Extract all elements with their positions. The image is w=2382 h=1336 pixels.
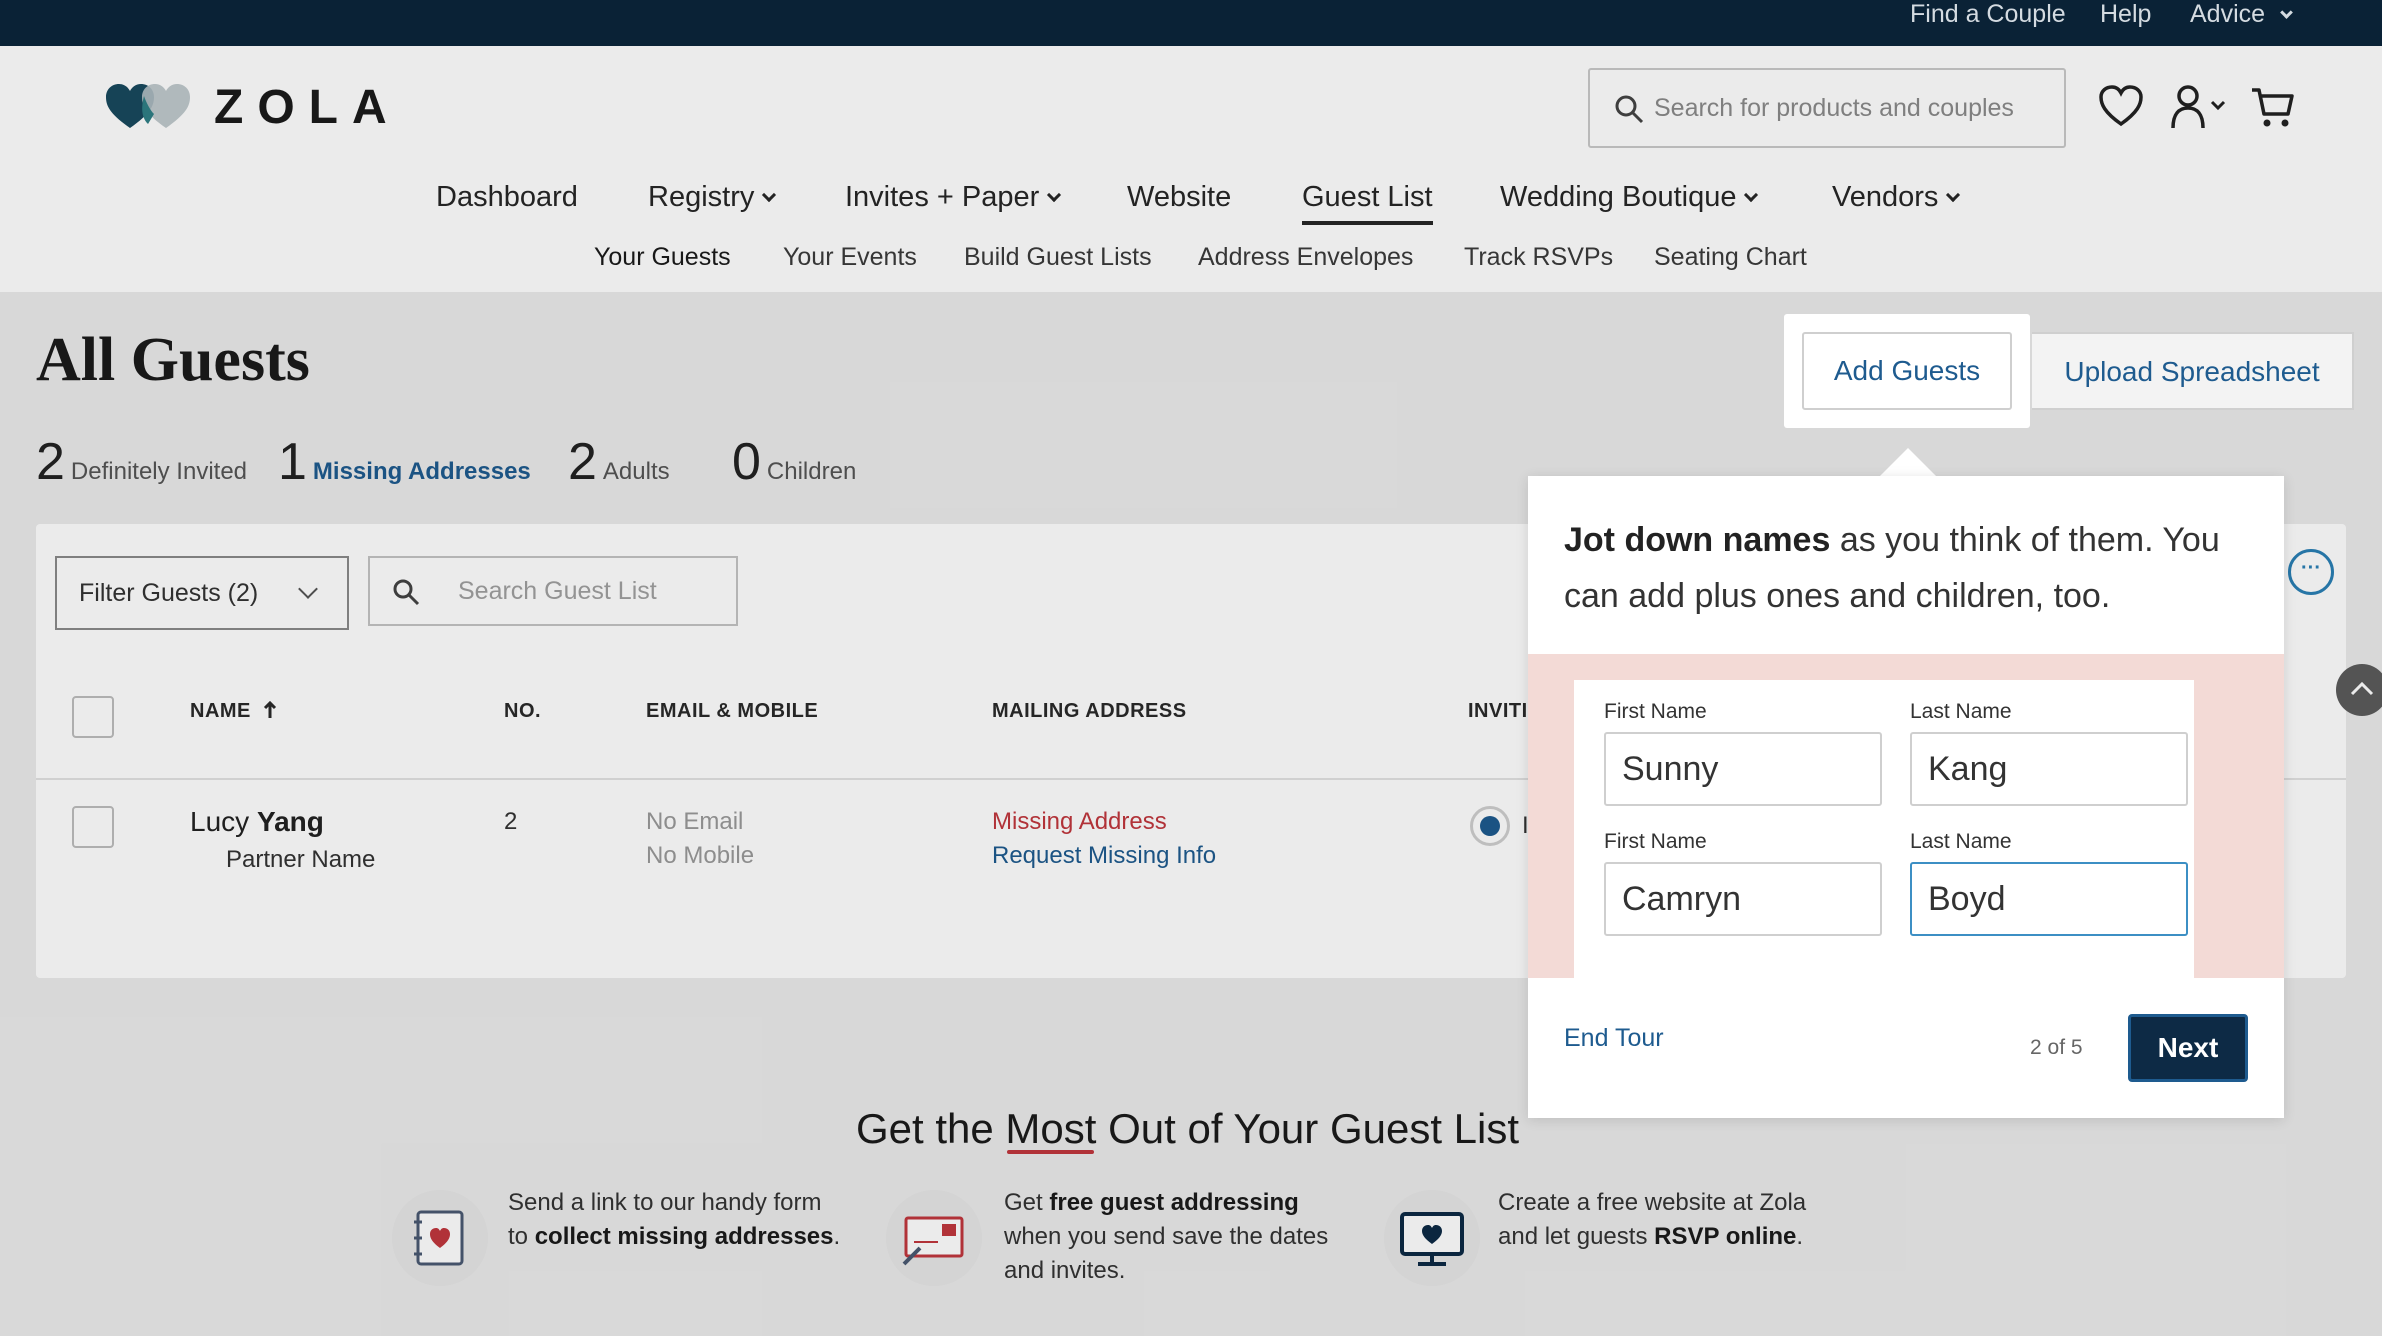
tour-message: Jot down names as you think of them. You…: [1564, 512, 2254, 624]
tour-popover: Jot down names as you think of them. You…: [1528, 476, 2284, 1118]
first-name-label: First Name: [1604, 830, 1707, 853]
first-name-field: Sunny: [1604, 732, 1882, 806]
end-tour-link[interactable]: End Tour: [1564, 1024, 1664, 1053]
popover-arrow: [1880, 448, 1936, 476]
tour-example-form: First Name Last Name Sunny Kang First Na…: [1574, 680, 2194, 978]
last-name-label: Last Name: [1910, 830, 2012, 853]
advice-menu[interactable]: Advice: [2190, 0, 2293, 46]
find-couple-link[interactable]: Find a Couple: [1910, 0, 2066, 46]
tour-step-indicator: 2 of 5: [2030, 1036, 2083, 1059]
first-name-label: First Name: [1604, 700, 1707, 723]
help-link[interactable]: Help: [2100, 0, 2151, 46]
last-name-field: Kang: [1910, 732, 2188, 806]
chevron-down-icon: [2280, 6, 2293, 19]
next-button[interactable]: Next: [2128, 1014, 2248, 1082]
first-name-field: Camryn: [1604, 862, 1882, 936]
upload-spreadsheet-button[interactable]: Upload Spreadsheet: [2032, 332, 2354, 410]
last-name-label: Last Name: [1910, 700, 2012, 723]
add-guests-button[interactable]: Add Guests: [1802, 332, 2012, 410]
utility-bar: Find a Couple Help Advice: [0, 0, 2382, 46]
advice-label: Advice: [2190, 0, 2266, 28]
last-name-field-focused: Boyd: [1910, 862, 2188, 936]
tour-message-bold: Jot down names: [1564, 521, 1831, 559]
